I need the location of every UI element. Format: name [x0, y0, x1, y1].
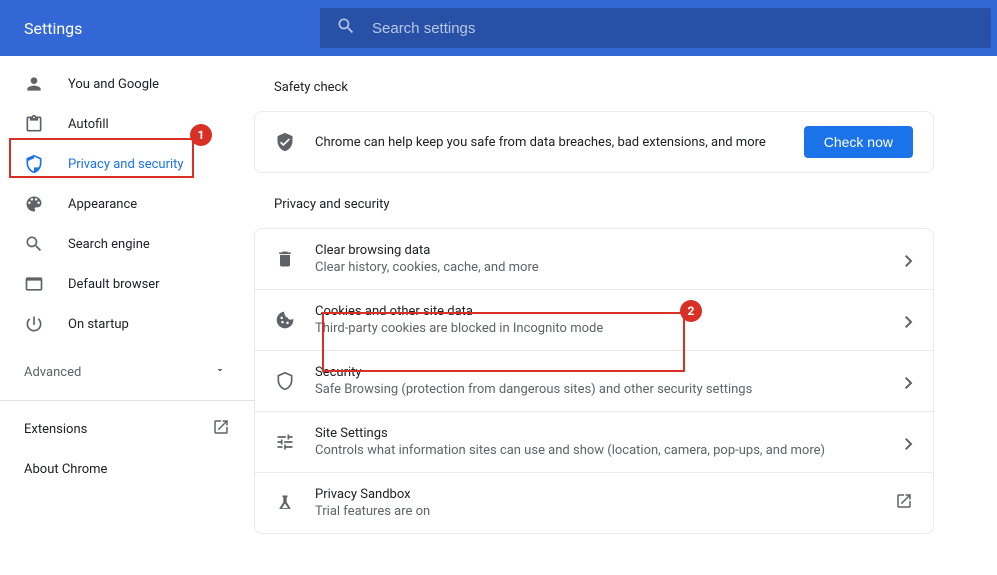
- search-input[interactable]: [372, 20, 975, 37]
- sidebar-item-label: Privacy and security: [68, 157, 184, 172]
- sidebar-item-label: Appearance: [68, 197, 137, 212]
- sidebar-item-label: Autofill: [68, 117, 109, 132]
- row-subtitle: Third-party cookies are blocked in Incog…: [315, 321, 905, 336]
- sidebar-item-label: On startup: [68, 317, 129, 332]
- shield-outline-icon: [275, 371, 295, 391]
- row-security[interactable]: Security Safe Browsing (protection from …: [255, 350, 933, 411]
- about-label: About Chrome: [24, 462, 107, 477]
- shield-icon: [24, 154, 44, 174]
- row-subtitle: Trial features are on: [315, 504, 895, 519]
- tune-icon: [275, 432, 295, 452]
- sidebar-item-label: Default browser: [68, 277, 160, 292]
- sidebar-item-you-and-google[interactable]: You and Google: [0, 64, 254, 104]
- header: Settings: [0, 0, 997, 56]
- row-clear-browsing-data[interactable]: Clear browsing data Clear history, cooki…: [255, 229, 933, 289]
- sidebar-item-autofill[interactable]: Autofill: [0, 104, 254, 144]
- sidebar-item-label: You and Google: [68, 77, 159, 92]
- extensions-label: Extensions: [24, 422, 87, 437]
- sidebar-item-on-startup[interactable]: On startup: [0, 304, 254, 344]
- sidebar: You and Google Autofill Privacy and secu…: [0, 56, 254, 575]
- search-icon: [336, 16, 356, 40]
- row-subtitle: Safe Browsing (protection from dangerous…: [315, 382, 905, 397]
- trash-icon: [275, 249, 295, 269]
- safety-check-heading: Safety check: [254, 80, 934, 95]
- external-link-icon: [895, 492, 913, 514]
- row-subtitle: Clear history, cookies, cache, and more: [315, 260, 905, 275]
- search-bar[interactable]: [320, 8, 991, 48]
- sidebar-item-appearance[interactable]: Appearance: [0, 184, 254, 224]
- sidebar-item-advanced[interactable]: Advanced: [0, 352, 254, 392]
- sidebar-item-search-engine[interactable]: Search engine: [0, 224, 254, 264]
- search-icon: [24, 234, 44, 254]
- palette-icon: [24, 194, 44, 214]
- row-cookies[interactable]: Cookies and other site data Third-party …: [255, 289, 933, 350]
- safety-check-row: Chrome can help keep you safe from data …: [255, 112, 933, 172]
- person-icon: [24, 74, 44, 94]
- chevron-right-icon: [905, 377, 913, 385]
- row-subtitle: Controls what information sites can use …: [315, 443, 905, 458]
- chevron-down-icon: [214, 364, 226, 380]
- advanced-label: Advanced: [24, 365, 81, 380]
- row-title: Cookies and other site data: [315, 304, 905, 319]
- privacy-card: Clear browsing data Clear history, cooki…: [254, 228, 934, 534]
- annotation-badge-2: 2: [680, 300, 702, 322]
- row-title: Security: [315, 365, 905, 380]
- shield-check-icon: [275, 132, 295, 152]
- content: Safety check Chrome can help keep you sa…: [254, 56, 997, 575]
- row-title: Site Settings: [315, 426, 905, 441]
- browser-icon: [24, 274, 44, 294]
- chevron-right-icon: [905, 316, 913, 324]
- power-icon: [24, 314, 44, 334]
- annotation-badge-1: 1: [190, 124, 212, 146]
- row-title: Clear browsing data: [315, 243, 905, 258]
- chevron-right-icon: [905, 438, 913, 446]
- sidebar-link-extensions[interactable]: Extensions: [0, 409, 254, 449]
- page-title: Settings: [0, 19, 320, 38]
- clipboard-icon: [24, 114, 44, 134]
- sidebar-link-about[interactable]: About Chrome: [0, 449, 254, 489]
- sidebar-item-privacy-security[interactable]: Privacy and security: [0, 144, 254, 184]
- row-title: Privacy Sandbox: [315, 487, 895, 502]
- row-site-settings[interactable]: Site Settings Controls what information …: [255, 411, 933, 472]
- sidebar-item-default-browser[interactable]: Default browser: [0, 264, 254, 304]
- main: You and Google Autofill Privacy and secu…: [0, 56, 997, 575]
- check-now-button[interactable]: Check now: [804, 126, 913, 158]
- cookie-icon: [275, 310, 295, 330]
- chevron-right-icon: [905, 255, 913, 263]
- sidebar-item-label: Search engine: [68, 237, 150, 252]
- external-link-icon: [212, 418, 230, 440]
- row-privacy-sandbox[interactable]: Privacy Sandbox Trial features are on: [255, 472, 933, 533]
- privacy-heading: Privacy and security: [254, 197, 934, 212]
- safety-check-card: Chrome can help keep you safe from data …: [254, 111, 934, 173]
- sidebar-divider: [0, 400, 254, 401]
- safety-check-text: Chrome can help keep you safe from data …: [315, 135, 804, 150]
- flask-icon: [275, 493, 295, 513]
